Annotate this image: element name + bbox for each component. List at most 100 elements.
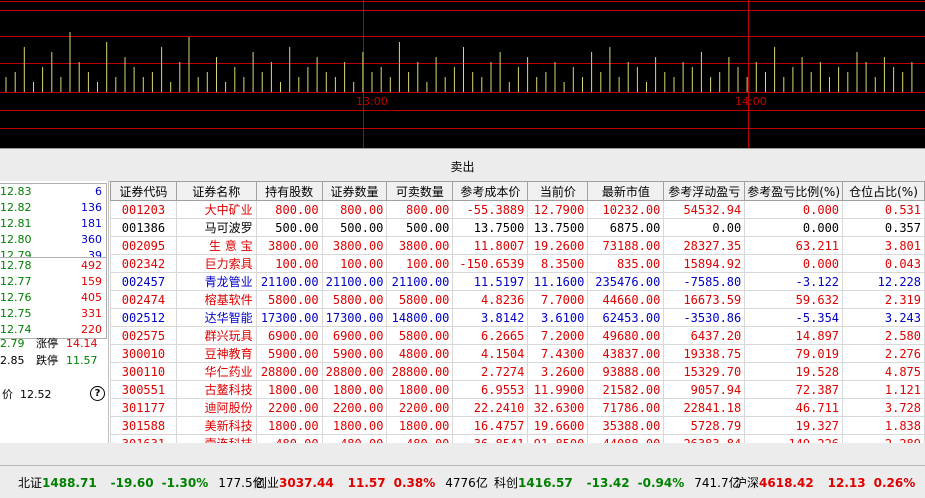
table-cell: 28800.00 bbox=[386, 362, 454, 381]
security-code-cell: 002575 bbox=[110, 326, 177, 345]
column-header[interactable]: 证券数量 bbox=[321, 181, 388, 201]
limit-up-row: 2.79 涨停 14.14 bbox=[0, 335, 106, 352]
security-name-cell: 巨力索具 bbox=[175, 254, 257, 273]
bid-volume: 159 bbox=[81, 275, 102, 288]
table-cell: 32.6300 bbox=[527, 398, 589, 417]
table-cell: 5800.00 bbox=[386, 290, 454, 309]
index-quote[interactable]: 科创1416.57 -13.42 -0.94% 741.7亿 bbox=[494, 474, 741, 491]
security-name-cell: 美新科技 bbox=[175, 416, 257, 435]
column-header[interactable]: 参考盈亏比例(%) bbox=[744, 181, 844, 201]
table-cell: 4.8236 bbox=[452, 290, 529, 309]
table-cell: 54532.94 bbox=[663, 200, 746, 219]
table-cell: 19.528 bbox=[744, 362, 844, 381]
column-header[interactable]: 参考成本价 bbox=[452, 181, 529, 201]
table-row[interactable]: 001203 大中矿业 800.00 800.00 800.00 -55.3889 12.7… bbox=[110, 200, 925, 219]
table-cell: -3530.86 bbox=[663, 308, 746, 327]
table-cell: 15329.70 bbox=[663, 362, 746, 381]
table-cell: 5900.00 bbox=[255, 344, 323, 363]
column-header[interactable]: 参考浮动盈亏 bbox=[663, 181, 746, 201]
table-cell: 17300.00 bbox=[255, 308, 323, 327]
table-cell: 0.357 bbox=[842, 218, 925, 237]
limit-down-row: 2.85 跌停 11.57 bbox=[0, 352, 106, 369]
security-code-cell: 002457 bbox=[110, 272, 177, 291]
ask-volume: 181 bbox=[81, 217, 102, 230]
bid-level-row[interactable]: 12.75 331 bbox=[0, 306, 106, 322]
table-cell: 3.2600 bbox=[527, 362, 589, 381]
table-row[interactable]: 002342 巨力索具 100.00 100.00 100.00 -150.6539 8.3… bbox=[110, 254, 925, 273]
help-icon[interactable]: ? bbox=[90, 386, 105, 401]
table-row[interactable]: 002095 生 意 宝 3800.00 3800.00 3800.00 11.8007 1… bbox=[110, 236, 925, 255]
table-cell: 10232.00 bbox=[587, 200, 665, 219]
column-header[interactable]: 持有股数 bbox=[255, 181, 323, 201]
index-name: 北证 bbox=[18, 476, 43, 490]
table-row[interactable]: 300010 豆神教育 5900.00 5900.00 4800.00 4.1504 7.4… bbox=[110, 344, 925, 363]
table-cell: 5728.79 bbox=[663, 416, 746, 435]
table-cell: 19338.75 bbox=[663, 344, 746, 363]
table-row[interactable]: 002474 榕基软件 5800.00 5800.00 5800.00 4.8236 7.7… bbox=[110, 290, 925, 309]
ask-volume: 136 bbox=[81, 201, 102, 214]
table-cell: 3.243 bbox=[842, 308, 925, 327]
table-cell: 1800.00 bbox=[386, 416, 454, 435]
table-cell: 6437.20 bbox=[663, 326, 746, 345]
table-cell: -5.354 bbox=[744, 308, 844, 327]
table-cell: 1800.00 bbox=[255, 380, 323, 399]
table-row[interactable]: 300551 古鳌科技 1800.00 1800.00 1800.00 6.9553 11.… bbox=[110, 380, 925, 399]
table-cell: -55.3889 bbox=[452, 200, 529, 219]
column-header[interactable]: 仓位占比(%) bbox=[842, 181, 925, 201]
table-row[interactable]: 301177 迪阿股份 2200.00 2200.00 2200.00 22.2410 32… bbox=[110, 398, 925, 417]
table-cell: 500.00 bbox=[255, 218, 323, 237]
positions-table: 证券代码 证券名称 持有股数 证券数量 可卖数量 参考成本价 当前价 最新市值 参考浮动盈亏 参考… bbox=[110, 181, 925, 443]
index-value: 3037.44 bbox=[279, 476, 334, 490]
bid-level-row[interactable]: 12.78 492 bbox=[0, 258, 106, 274]
ask-volume: 6 bbox=[95, 185, 102, 198]
index-amount: 4776亿 bbox=[445, 476, 488, 490]
security-name-cell: 豆神教育 bbox=[175, 344, 257, 363]
table-cell: 12.228 bbox=[842, 272, 925, 291]
table-cell: 7.4300 bbox=[527, 344, 589, 363]
column-header[interactable]: 证券代码 bbox=[110, 181, 177, 201]
table-cell: 3.728 bbox=[842, 398, 925, 417]
security-name-cell: 古鳌科技 bbox=[175, 380, 257, 399]
table-cell: 8.3500 bbox=[527, 254, 589, 273]
table-row[interactable]: 301631壹连科技480.00480.00480.0036.854191.85… bbox=[110, 434, 925, 443]
sell-title: 卖出 bbox=[450, 160, 475, 174]
column-header[interactable]: 最新市值 bbox=[587, 181, 665, 201]
table-row[interactable]: 300110 华仁药业 28800.00 28800.00 28800.00 2.7274… bbox=[110, 362, 925, 381]
bid-level-row[interactable]: 12.77 159 bbox=[0, 274, 106, 290]
table-cell: -150.6539 bbox=[452, 254, 529, 273]
ask-price: 12.80 bbox=[0, 233, 32, 246]
ask-level-row[interactable]: 12.80 360 bbox=[0, 232, 106, 248]
table-cell: 28327.35 bbox=[663, 236, 746, 255]
column-header[interactable]: 当前价 bbox=[527, 181, 589, 201]
table-row[interactable]: 002512 达华智能 17300.00 17300.00 14800.00 3.8142… bbox=[110, 308, 925, 327]
table-cell: 2.580 bbox=[842, 326, 925, 345]
table-cell: 1800.00 bbox=[321, 380, 388, 399]
table-cell: 2.7274 bbox=[452, 362, 529, 381]
table-cell: 11.1600 bbox=[527, 272, 589, 291]
index-quote[interactable]: 北证1488.71 -19.60 -1.30% 177.5亿 bbox=[18, 474, 265, 491]
column-header[interactable]: 可卖数量 bbox=[386, 181, 454, 201]
table-cell: 2.276 bbox=[842, 344, 925, 363]
table-cell: 1800.00 bbox=[386, 380, 454, 399]
ask-level-row[interactable]: 12.83 6 bbox=[0, 184, 106, 200]
table-row[interactable]: 002575 群兴玩具 6900.00 6900.00 5800.00 6.2665 7.2… bbox=[110, 326, 925, 345]
table-row[interactable]: 002457 青龙管业 21100.00 21100.00 21100.00 11.519… bbox=[110, 272, 925, 291]
table-row[interactable]: 001386 马可波罗 500.00 500.00 500.00 13.7500 13.75… bbox=[110, 218, 925, 237]
index-name: 科创 bbox=[494, 476, 519, 490]
intraday-chart[interactable]: 13:00 14:00 bbox=[0, 0, 925, 148]
table-cell: 22841.18 bbox=[663, 398, 746, 417]
ask-level-row[interactable]: 12.82 136 bbox=[0, 200, 106, 216]
limit-up-label: 涨停 bbox=[36, 337, 58, 350]
index-quote[interactable]: 创业3037.44 11.57 0.38% 4776亿 bbox=[255, 474, 488, 491]
table-cell: 2200.00 bbox=[386, 398, 454, 417]
ask-level-row[interactable]: 12.81 181 bbox=[0, 216, 106, 232]
column-header[interactable]: 证券名称 bbox=[175, 181, 257, 201]
table-row[interactable]: 301588 美新科技 1800.00 1800.00 1800.00 16.4757 19… bbox=[110, 416, 925, 435]
table-cell: 46.711 bbox=[744, 398, 844, 417]
index-quote[interactable]: 沪深4618.4212.130.26%56 bbox=[735, 474, 925, 491]
table-cell: 0.043 bbox=[842, 254, 925, 273]
table-cell: 3800.00 bbox=[321, 236, 388, 255]
table-cell: 21100.00 bbox=[255, 272, 323, 291]
security-code-cell: 002474 bbox=[110, 290, 177, 309]
bid-level-row[interactable]: 12.76 405 bbox=[0, 290, 106, 306]
